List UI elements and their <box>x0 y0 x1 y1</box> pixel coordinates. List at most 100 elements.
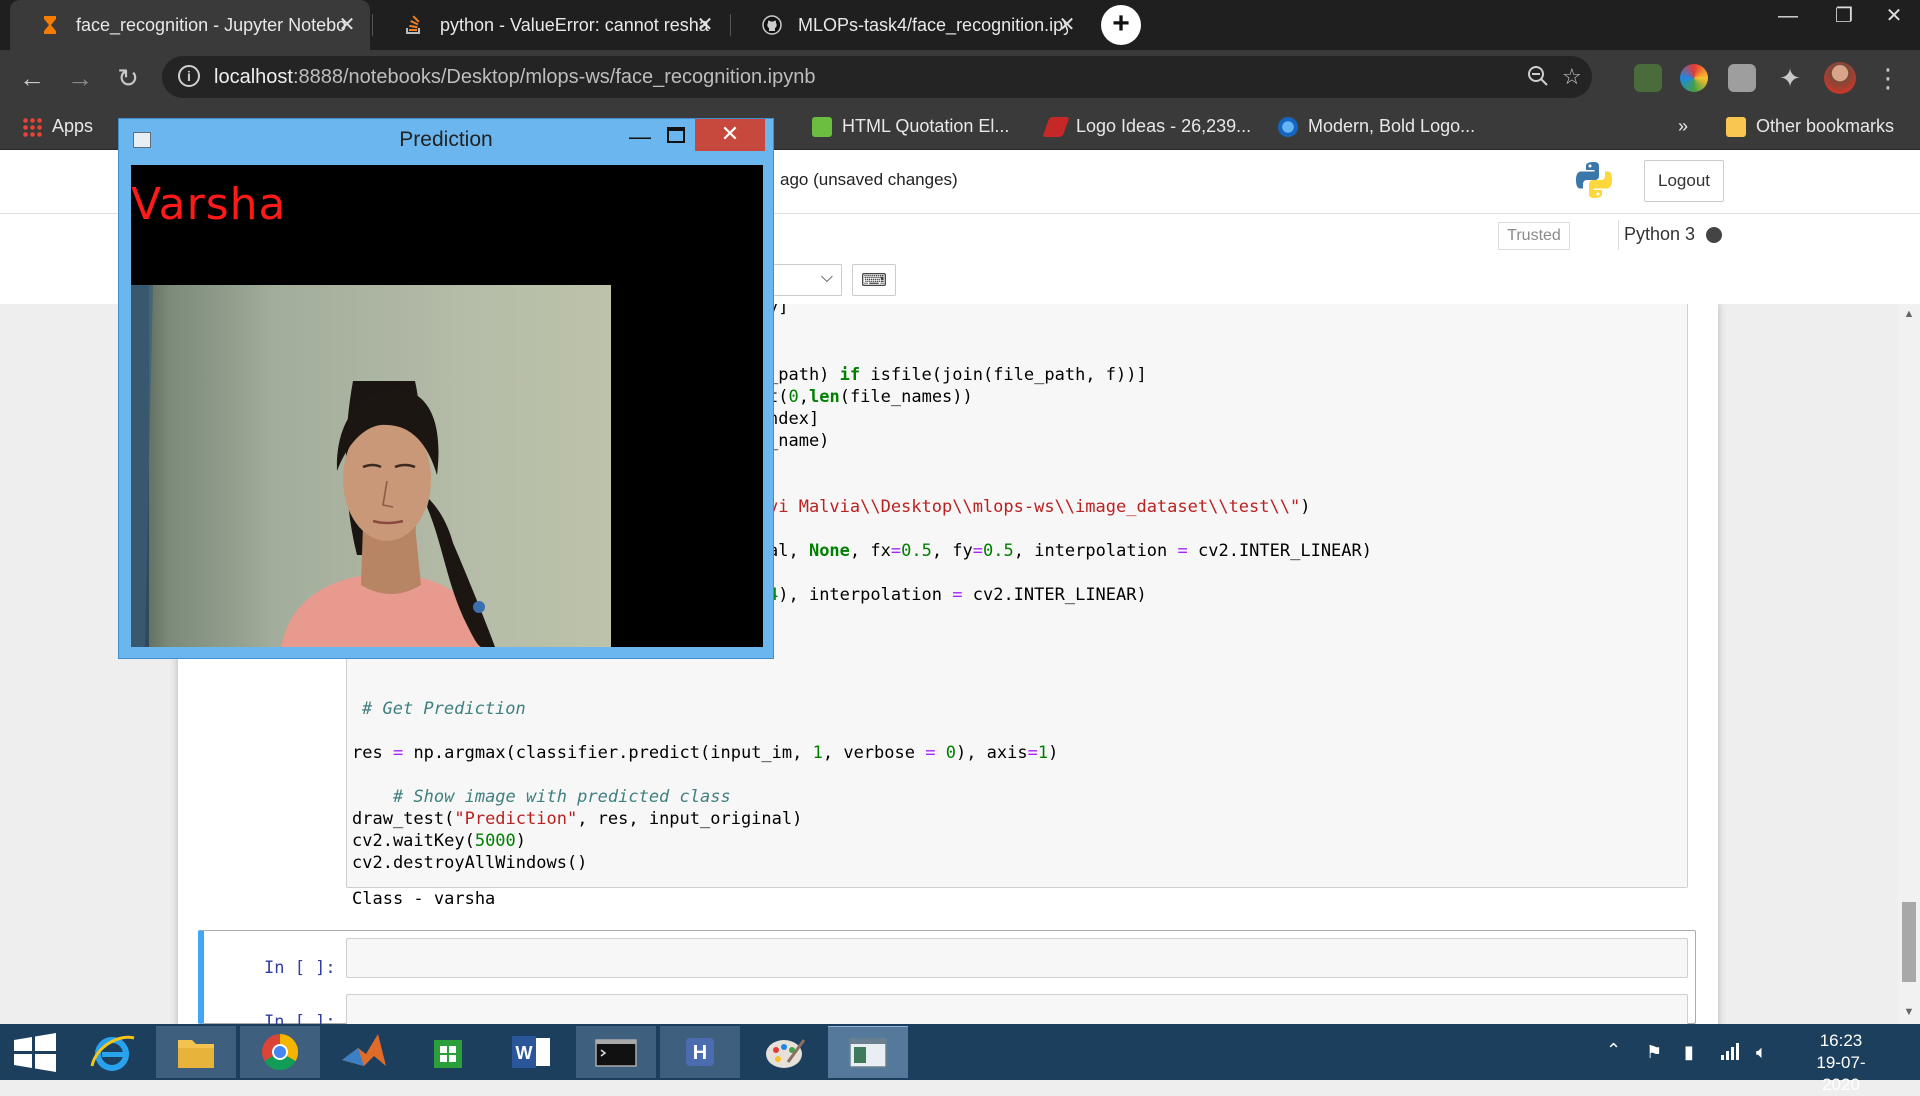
prediction-image-canvas: Varsha <box>131 165 763 647</box>
window-app-icon <box>849 1038 887 1068</box>
taskbar-internet-explorer[interactable] <box>72 1026 152 1078</box>
show-hidden-icons[interactable]: ⌃ <box>1606 1040 1621 1061</box>
tab-stackoverflow[interactable]: python - ValueError: cannot reshape ✕ <box>374 0 728 50</box>
code-line: 4), interpolation = cv2.INTER_LINEAR) <box>768 585 1147 605</box>
tab-divider <box>730 14 731 36</box>
url-text[interactable]: localhost:8888/notebooks/Desktop/mlops-w… <box>214 66 815 89</box>
chrome-menu-icon[interactable]: ⋮ <box>1872 62 1904 94</box>
stackoverflow-icon <box>406 15 420 34</box>
battery-icon[interactable]: ▮ <box>1684 1042 1694 1063</box>
more-bookmarks-chevron[interactable]: » <box>1678 116 1688 137</box>
keyboard-shortcuts-button[interactable]: ⌨ <box>852 264 896 296</box>
code-line: # Get Prediction <box>362 699 526 719</box>
reload-icon[interactable]: ↻ <box>112 62 144 94</box>
code-line: _path) if isfile(join(file_path, f))] <box>768 365 1147 385</box>
logout-button[interactable]: Logout <box>1644 160 1724 202</box>
taskbar-word[interactable]: W <box>492 1026 572 1078</box>
bookmark-html-quotation[interactable]: HTML Quotation El... <box>812 116 1009 137</box>
address-bar[interactable]: i localhost:8888/notebooks/Desktop/mlops… <box>162 56 1592 98</box>
taskbar-paint[interactable] <box>744 1026 824 1078</box>
chevron-down-icon: ⌵ <box>820 269 833 286</box>
maximize-window-icon[interactable] <box>667 127 685 143</box>
scroll-up-icon[interactable]: ▲ <box>1903 308 1915 320</box>
tab-title: face_recognition - Jupyter Notebook <box>76 14 346 35</box>
taskbar-file-explorer[interactable] <box>156 1026 236 1078</box>
apps-grid-icon <box>22 116 42 137</box>
minimize-window-icon[interactable]: — <box>625 123 655 153</box>
bookmark-modern-bold-logo[interactable]: Modern, Bold Logo... <box>1278 116 1475 137</box>
store-icon <box>434 1040 462 1068</box>
close-tab-icon[interactable]: ✕ <box>1054 12 1080 38</box>
bookmark-other[interactable]: Other bookmarks <box>1726 116 1894 137</box>
extension-icon[interactable] <box>1728 64 1756 92</box>
windows-logo-icon <box>14 1033 56 1072</box>
browser-toolbar: ← → ↻ i localhost:8888/notebooks/Desktop… <box>0 50 1920 106</box>
code-cell-input-empty[interactable] <box>346 938 1688 978</box>
browser-tab-strip: face_recognition - Jupyter Notebook ✕ py… <box>0 0 1920 50</box>
code-cell-input-empty[interactable] <box>346 994 1688 1024</box>
restore-window-icon[interactable]: ❐ <box>1816 0 1872 34</box>
close-window-icon[interactable]: ✕ <box>1866 0 1920 34</box>
paint-palette-icon <box>766 1039 806 1068</box>
tab-title: MLOPs-task4/face_recognition.ipynb <box>798 14 1068 35</box>
tab-jupyter-notebook[interactable]: face_recognition - Jupyter Notebook ✕ <box>10 0 370 50</box>
windows-taskbar: W H ⌃ ⚑ ▮ 🔈︎ 16:23 19-07-2020 <box>0 1024 1920 1094</box>
taskbar-store[interactable] <box>408 1026 488 1078</box>
taskbar-chrome[interactable] <box>240 1026 320 1078</box>
code-line: _name) <box>768 431 830 451</box>
divider <box>1618 220 1619 250</box>
cell-output-text: Class - varsha <box>352 889 496 909</box>
extension-icon[interactable] <box>1634 64 1662 92</box>
new-tab-button[interactable]: + <box>1101 5 1141 45</box>
bookmark-star-icon[interactable]: ☆ <box>1562 64 1582 90</box>
site-info-icon[interactable]: i <box>178 65 200 87</box>
code-line: # Show image with predicted class <box>392 787 731 807</box>
w3schools-icon <box>812 116 832 137</box>
taskbar-clock[interactable]: 16:23 19-07-2020 <box>1798 1030 1884 1096</box>
hourglass-icon <box>44 16 56 34</box>
page-scrollbar[interactable]: ▲ ▼ <box>1898 304 1920 1024</box>
taskbar-app-h[interactable]: H <box>660 1026 740 1078</box>
prediction-window[interactable]: Prediction — ✕ Varsha <box>118 118 774 659</box>
matlab-icon <box>342 1034 386 1066</box>
minimize-window-icon[interactable]: — <box>1760 0 1816 34</box>
start-button[interactable] <box>0 1026 70 1078</box>
terminal-icon <box>595 1039 637 1067</box>
taskbar-prediction-window[interactable] <box>828 1026 908 1078</box>
input-prompt: In [ ]: <box>264 1012 336 1024</box>
h-app-icon: H <box>686 1038 714 1066</box>
svg-text:W: W <box>516 1043 533 1063</box>
word-icon: W <box>512 1036 550 1068</box>
folder-icon <box>178 1040 214 1068</box>
zoom-icon[interactable] <box>1526 64 1550 94</box>
bookmark-apps[interactable]: Apps <box>22 116 93 137</box>
kernel-name[interactable]: Python 3 <box>1624 224 1695 245</box>
taskbar-matlab[interactable] <box>324 1026 404 1078</box>
close-window-icon[interactable]: ✕ <box>695 119 765 151</box>
taskbar-command-prompt[interactable] <box>576 1026 656 1078</box>
close-tab-icon[interactable]: ✕ <box>692 12 718 38</box>
tab-github[interactable]: MLOPs-task4/face_recognition.ipynb ✕ <box>732 0 1090 50</box>
code-line: vi Malvia\\Desktop\\mlops-ws\\image_data… <box>768 497 1311 517</box>
github-icon <box>762 15 782 35</box>
extension-icon[interactable] <box>1680 64 1708 92</box>
logo-site-icon <box>1042 116 1070 137</box>
back-icon[interactable]: ← <box>16 62 48 94</box>
volume-icon[interactable]: 🔈︎ <box>1756 1042 1767 1063</box>
bookmark-logo-ideas[interactable]: Logo Ideas - 26,239... <box>1042 116 1251 137</box>
chrome-icon <box>262 1034 299 1071</box>
close-tab-icon[interactable]: ✕ <box>334 12 360 38</box>
predicted-class-label: Varsha <box>131 179 287 230</box>
profile-avatar[interactable] <box>1824 62 1856 94</box>
scrollbar-thumb[interactable] <box>1902 902 1916 982</box>
extensions-puzzle-icon[interactable]: ✦ <box>1774 62 1806 94</box>
trusted-indicator[interactable]: Trusted <box>1498 222 1570 250</box>
save-status: ago (unsaved changes) <box>780 170 958 189</box>
code-line: ndex] <box>768 409 820 429</box>
network-signal-icon[interactable] <box>1720 1042 1740 1065</box>
kernel-status-icon <box>1706 227 1722 243</box>
action-center-flag-icon[interactable]: ⚑ <box>1646 1042 1662 1063</box>
scroll-down-icon[interactable]: ▼ <box>1903 1006 1915 1018</box>
tab-title: python - ValueError: cannot reshape <box>440 14 710 35</box>
forward-icon[interactable]: → <box>64 62 96 94</box>
